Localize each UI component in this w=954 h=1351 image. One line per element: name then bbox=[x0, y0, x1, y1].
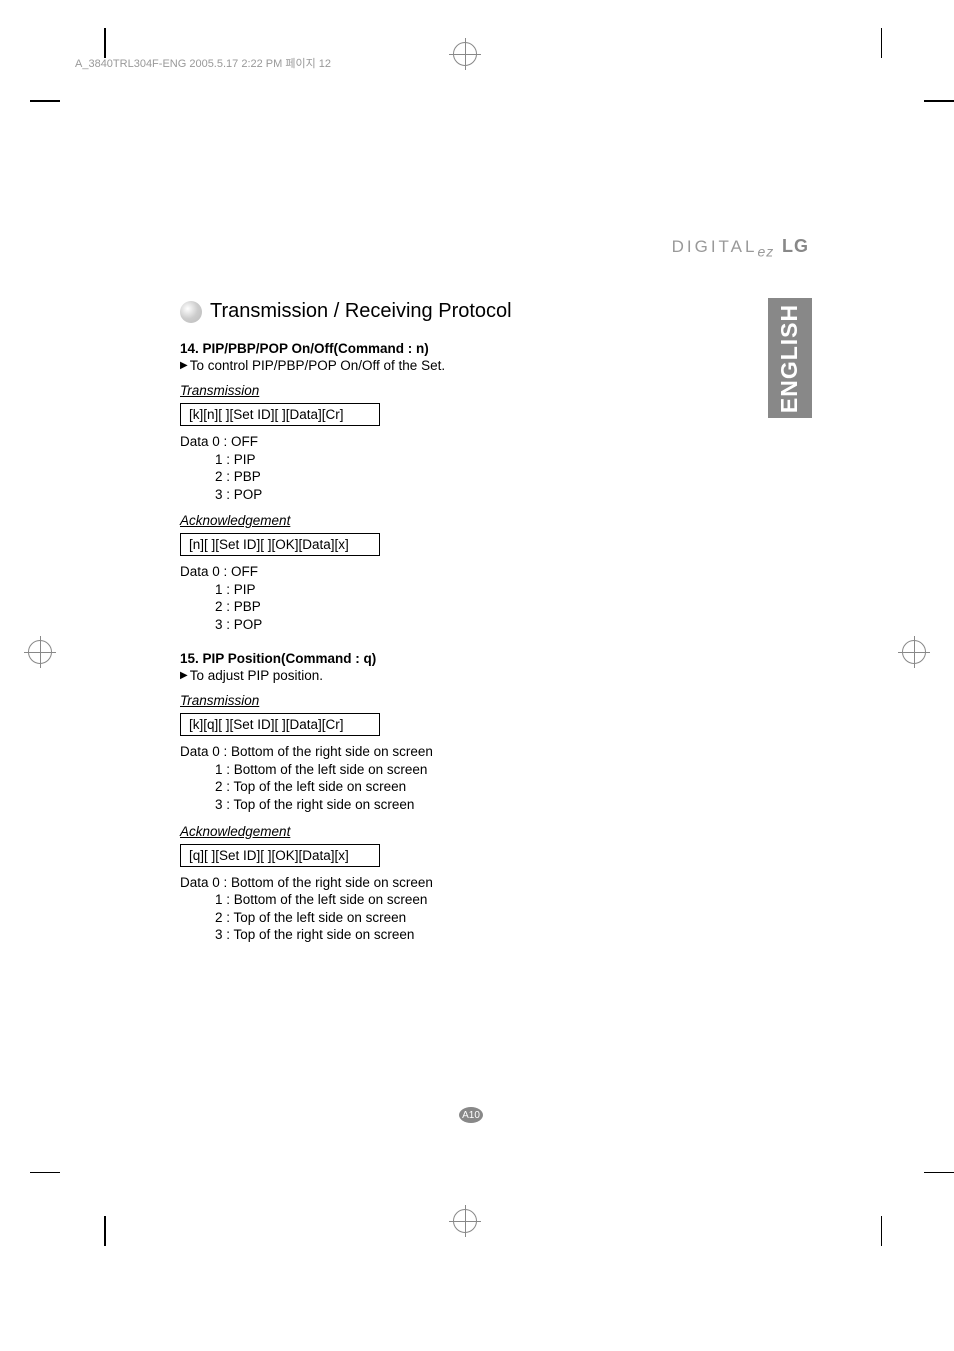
item15-desc-text: To adjust PIP position. bbox=[190, 668, 323, 683]
print-header-info: A_3840TRL304F-ENG 2005.5.17 2:22 PM 페이지 … bbox=[75, 55, 331, 71]
data-line: 3 : Top of the right side on screen bbox=[180, 926, 660, 944]
registration-mark-icon bbox=[453, 1209, 477, 1233]
data-block: Data 0 : Bottom of the right side on scr… bbox=[180, 874, 660, 944]
transmission-code-box: [k][n][ ][Set ID][ ][Data][Cr] bbox=[180, 403, 380, 426]
acknowledgement-label: Acknowledgement bbox=[180, 513, 660, 528]
registration-mark-icon bbox=[453, 42, 477, 66]
crop-mark bbox=[924, 100, 954, 102]
section-title-row: Transmission / Receiving Protocol bbox=[180, 300, 660, 323]
acknowledgement-label: Acknowledgement bbox=[180, 824, 660, 839]
data-line: 1 : PIP bbox=[180, 581, 660, 599]
crop-mark bbox=[924, 1172, 954, 1174]
data-line: 2 : Top of the left side on screen bbox=[180, 778, 660, 796]
main-content: Transmission / Receiving Protocol 14. PI… bbox=[180, 300, 660, 944]
ack-code-box: [q][ ][Set ID][ ][OK][Data][x] bbox=[180, 844, 380, 867]
data-line: 2 : Top of the left side on screen bbox=[180, 909, 660, 927]
crop-mark bbox=[104, 28, 106, 58]
item14-heading: 14. PIP/PBP/POP On/Off(Command : n) bbox=[180, 341, 660, 356]
data-line: Data 0 : OFF bbox=[180, 563, 660, 581]
data-line: 1 : PIP bbox=[180, 451, 660, 469]
data-block: Data 0 : OFF 1 : PIP 2 : PBP 3 : POP bbox=[180, 563, 660, 633]
data-block: Data 0 : OFF 1 : PIP 2 : PBP 3 : POP bbox=[180, 433, 660, 503]
data-line: 3 : Top of the right side on screen bbox=[180, 796, 660, 814]
crop-mark bbox=[881, 1216, 883, 1246]
triangle-icon: ▶ bbox=[180, 360, 188, 371]
data-line: 2 : PBP bbox=[180, 598, 660, 616]
logo-digital: DIGITAL bbox=[672, 237, 758, 256]
section-title: Transmission / Receiving Protocol bbox=[210, 300, 512, 323]
item15-description: ▶ To adjust PIP position. bbox=[180, 668, 660, 683]
item15-heading: 15. PIP Position(Command : q) bbox=[180, 651, 660, 666]
crop-mark bbox=[104, 1216, 106, 1246]
transmission-label: Transmission bbox=[180, 383, 660, 398]
language-tab: ENGLISH bbox=[768, 298, 812, 418]
logo-ez: ez bbox=[757, 243, 774, 259]
data-line: Data 0 : Bottom of the right side on scr… bbox=[180, 743, 660, 761]
triangle-icon: ▶ bbox=[180, 670, 188, 681]
registration-mark-icon bbox=[902, 640, 926, 664]
crop-mark bbox=[881, 28, 883, 58]
data-line: Data 0 : Bottom of the right side on scr… bbox=[180, 874, 660, 892]
ack-code-box: [n][ ][Set ID][ ][OK][Data][x] bbox=[180, 533, 380, 556]
item14-description: ▶ To control PIP/PBP/POP On/Off of the S… bbox=[180, 358, 660, 373]
language-label: ENGLISH bbox=[777, 303, 804, 412]
logo-lg: LG bbox=[782, 236, 809, 256]
sphere-icon bbox=[180, 301, 202, 323]
data-line: 2 : PBP bbox=[180, 468, 660, 486]
brand-logo: DIGITALez LG bbox=[672, 236, 809, 259]
data-block: Data 0 : Bottom of the right side on scr… bbox=[180, 743, 660, 813]
transmission-label: Transmission bbox=[180, 693, 660, 708]
data-line: 1 : Bottom of the left side on screen bbox=[180, 891, 660, 909]
data-line: Data 0 : OFF bbox=[180, 433, 660, 451]
transmission-code-box: [k][q][ ][Set ID][ ][Data][Cr] bbox=[180, 713, 380, 736]
crop-mark bbox=[30, 100, 60, 102]
data-line: 3 : POP bbox=[180, 616, 660, 634]
crop-mark bbox=[30, 1172, 60, 1174]
data-line: 1 : Bottom of the left side on screen bbox=[180, 761, 660, 779]
page-number: A10 bbox=[459, 1107, 483, 1123]
registration-mark-icon bbox=[28, 640, 52, 664]
data-line: 3 : POP bbox=[180, 486, 660, 504]
item14-desc-text: To control PIP/PBP/POP On/Off of the Set… bbox=[190, 358, 445, 373]
